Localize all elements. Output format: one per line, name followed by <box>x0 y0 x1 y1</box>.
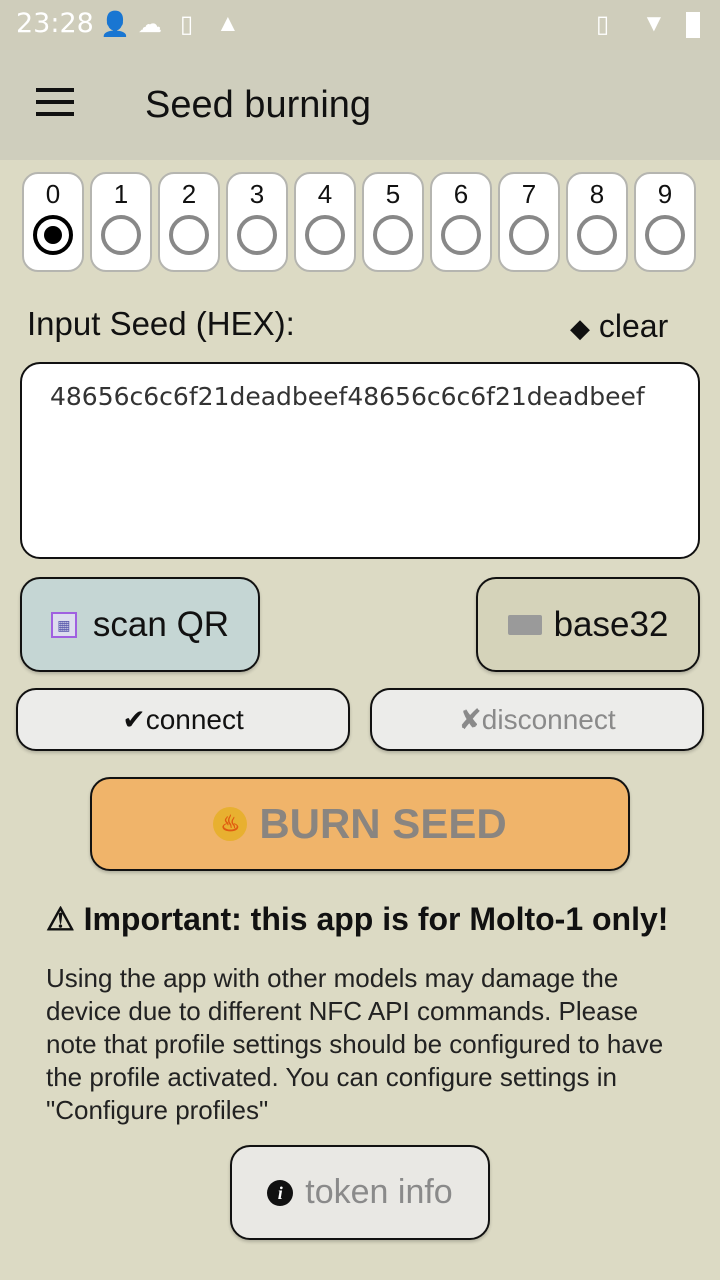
download-icon: ▯ <box>180 11 194 38</box>
radio[interactable] <box>441 215 481 255</box>
eraser-icon: ◆ <box>570 313 590 343</box>
battery-icon <box>686 12 700 38</box>
slot-label: 8 <box>589 179 605 209</box>
disconnect-button[interactable]: ✘ disconnect <box>370 688 704 751</box>
hamburger-menu-icon[interactable] <box>36 88 76 118</box>
base32-label: base32 <box>553 604 669 644</box>
slot-2[interactable]: 2 <box>158 172 220 272</box>
check-icon: ✔ <box>122 704 146 735</box>
slot-4[interactable]: 4 <box>294 172 356 272</box>
connect-label: connect <box>145 703 244 735</box>
app-bar: Seed burning <box>0 50 720 160</box>
burn-seed-label: BURN SEED <box>259 800 507 847</box>
slot-1[interactable]: 1 <box>90 172 152 272</box>
slot-label: 6 <box>453 179 469 209</box>
slot-3[interactable]: 3 <box>226 172 288 272</box>
connect-button[interactable]: ✔ connect <box>16 688 350 751</box>
page-title: Seed burning <box>145 84 372 126</box>
x-icon: ✘ <box>458 704 482 735</box>
base32-button[interactable]: base32 <box>476 577 700 672</box>
cloud-icon: ☁ <box>138 11 162 38</box>
slot-label: 7 <box>521 179 537 209</box>
contact-card-icon: 👤 <box>100 11 130 38</box>
vibrate-icon: ▯ <box>596 11 610 38</box>
warning-body: Using the app with other models may dama… <box>46 963 664 1125</box>
radio[interactable] <box>169 215 209 255</box>
wifi-icon: ▼ <box>642 10 666 37</box>
radio[interactable] <box>509 215 549 255</box>
warning-title: ⚠ Important: this app is for Molto-1 onl… <box>46 901 669 937</box>
slot-label: 0 <box>45 179 61 209</box>
slot-label: 4 <box>317 179 333 209</box>
status-bar: 23:28 👤 ☁ ▯ ▲ ▯ ▼ <box>0 0 720 50</box>
slot-label: 1 <box>113 179 129 209</box>
slot-9[interactable]: 9 <box>634 172 696 272</box>
slot-8[interactable]: 8 <box>566 172 628 272</box>
radio[interactable] <box>373 215 413 255</box>
seed-label: Input Seed (HEX): <box>27 305 295 342</box>
radio[interactable] <box>577 215 617 255</box>
slot-label: 5 <box>385 179 401 209</box>
scan-qr-label: scan QR <box>92 604 230 644</box>
keyboard-icon <box>507 614 542 635</box>
radio[interactable] <box>305 215 345 255</box>
qr-code-icon: ▦ <box>50 611 77 638</box>
scan-qr-button[interactable]: ▦ scan QR <box>20 577 260 672</box>
slot-label: 9 <box>657 179 673 209</box>
disconnect-label: disconnect <box>481 703 616 735</box>
radio[interactable] <box>645 215 685 255</box>
clear-label: clear <box>598 308 669 344</box>
slot-5[interactable]: 5 <box>362 172 424 272</box>
slot-0[interactable]: 0 <box>22 172 84 272</box>
radio[interactable] <box>237 215 277 255</box>
clear-button[interactable]: ◆ clear <box>570 308 668 345</box>
burn-seed-button[interactable]: ♨ BURN SEED <box>90 777 630 871</box>
slot-label: 2 <box>181 179 197 209</box>
token-info-label: token info <box>305 1173 453 1211</box>
warning-icon: ▲ <box>216 10 240 37</box>
token-info-button[interactable]: i token info <box>230 1145 490 1240</box>
fire-icon: ♨ <box>213 807 248 841</box>
radio[interactable] <box>101 215 141 255</box>
seed-input[interactable]: 48656c6c6f21deadbeef48656c6c6f21deadbeef <box>20 362 700 559</box>
slot-label: 3 <box>249 179 265 209</box>
clock: 23:28 <box>16 8 94 39</box>
slot-7[interactable]: 7 <box>498 172 560 272</box>
radio-selected[interactable] <box>33 215 73 255</box>
slot-selector: 0 1 2 3 4 5 6 7 8 9 <box>22 172 696 272</box>
slot-6[interactable]: 6 <box>430 172 492 272</box>
info-icon: i <box>267 1179 294 1206</box>
